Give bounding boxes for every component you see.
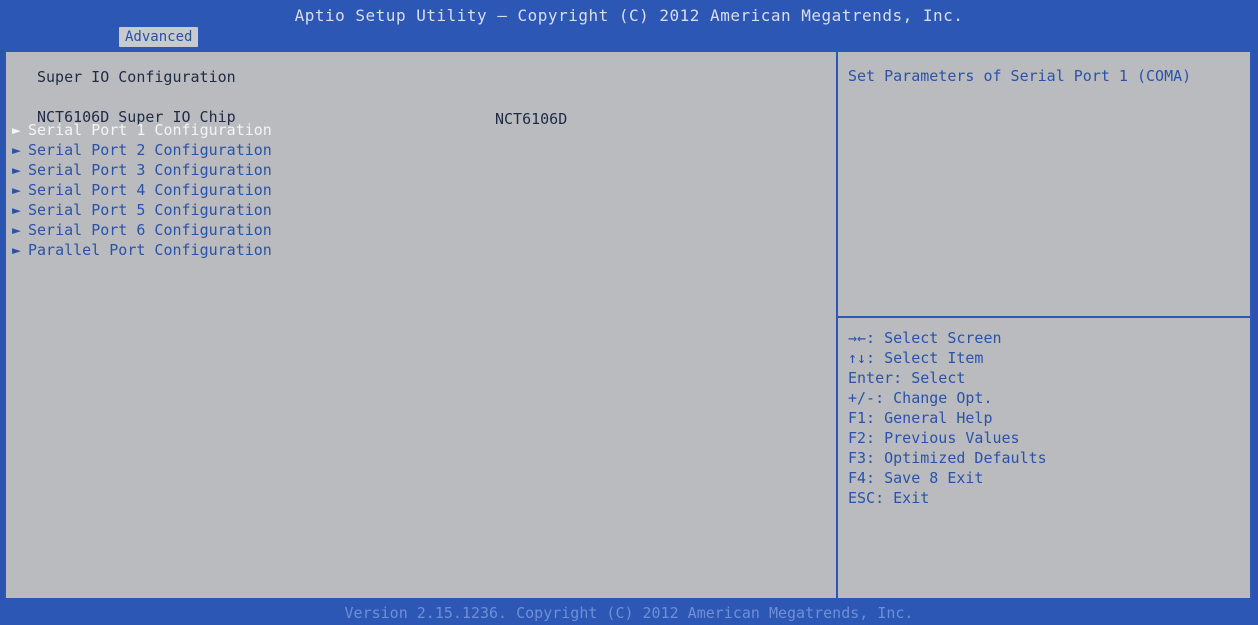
version-footer: Version 2.15.1236. Copyright (C) 2012 Am… xyxy=(344,604,914,622)
submenu-item[interactable]: ► Parallel Port Configuration xyxy=(12,240,272,260)
submenu-arrow-icon: ► xyxy=(12,121,22,139)
key-legend-item: Enter: Select xyxy=(848,369,966,387)
submenu-item[interactable]: ► Serial Port 2 Configuration xyxy=(12,140,272,160)
submenu-item[interactable]: ► Serial Port 3 Configuration xyxy=(12,160,272,180)
section-title: Super IO Configuration xyxy=(37,68,236,86)
item-help-text: Set Parameters of Serial Port 1 (COMA) xyxy=(848,67,1192,85)
key-legend-item: ESC: Exit xyxy=(848,489,930,507)
chip-value: NCT6106D xyxy=(495,110,568,128)
submenu-item[interactable]: ► Serial Port 4 Configuration xyxy=(12,180,272,200)
submenu-item-label: Serial Port 2 Configuration xyxy=(28,141,272,159)
submenu-arrow-icon: ► xyxy=(12,221,22,239)
submenu-arrow-icon: ► xyxy=(12,161,22,179)
bios-screen: Aptio Setup Utility – Copyright (C) 2012… xyxy=(0,0,1258,625)
submenu-item-label: Serial Port 1 Configuration xyxy=(28,121,272,139)
submenu-arrow-icon: ► xyxy=(12,141,22,159)
submenu-item-label: Parallel Port Configuration xyxy=(28,241,272,259)
tab-advanced[interactable]: Advanced xyxy=(119,27,199,47)
submenu-item[interactable]: ► Serial Port 1 Configuration xyxy=(12,120,272,140)
submenu-item[interactable]: ► Serial Port 5 Configuration xyxy=(12,200,272,220)
submenu-item-label: Serial Port 6 Configuration xyxy=(28,221,272,239)
settings-panel: Super IO Configuration NCT6106D Super IO… xyxy=(6,52,838,598)
key-legend: →←: Select Screen ↑↓: Select Item Enter: S… xyxy=(848,328,1047,508)
key-legend-item: ↑↓: Select Item xyxy=(848,349,984,367)
key-legend-item: F2: Previous Values xyxy=(848,429,1020,447)
help-panel: Set Parameters of Serial Port 1 (COMA) →… xyxy=(838,52,1250,598)
key-legend-item: F3: Optimized Defaults xyxy=(848,449,1047,467)
submenu-item-label: Serial Port 4 Configuration xyxy=(28,181,272,199)
submenu-item-label: Serial Port 3 Configuration xyxy=(28,161,272,179)
submenu-item[interactable]: ► Serial Port 6 Configuration xyxy=(12,220,272,240)
key-legend-item: F4: Save 8 Exit xyxy=(848,469,984,487)
help-divider xyxy=(838,316,1250,318)
submenu-arrow-icon: ► xyxy=(12,201,22,219)
header-bar: Aptio Setup Utility – Copyright (C) 2012… xyxy=(0,0,1258,50)
window-title: Aptio Setup Utility – Copyright (C) 2012… xyxy=(294,6,964,25)
submenu-item-label: Serial Port 5 Configuration xyxy=(28,201,272,219)
submenu-arrow-icon: ► xyxy=(12,181,22,199)
submenu-arrow-icon: ► xyxy=(12,241,22,259)
key-legend-item: →←: Select Screen xyxy=(848,329,1002,347)
key-legend-item: F1: General Help xyxy=(848,409,993,427)
key-legend-item: +/-: Change Opt. xyxy=(848,389,993,407)
main-frame: Super IO Configuration NCT6106D Super IO… xyxy=(4,50,1252,600)
